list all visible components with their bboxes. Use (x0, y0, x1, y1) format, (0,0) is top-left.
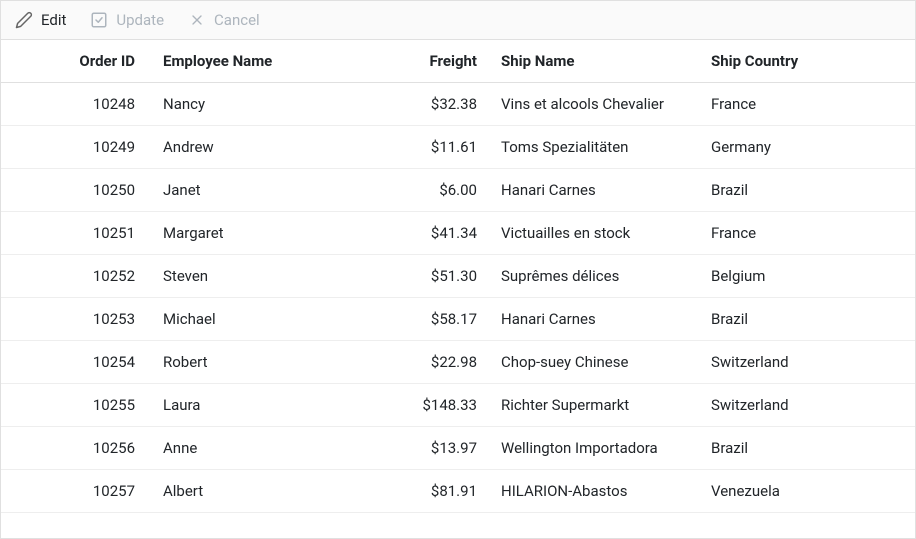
cell-ship-name: Suprêmes délices (489, 267, 699, 285)
cell-employee-name: Steven (151, 267, 389, 285)
cell-ship-name: Chop-suey Chinese (489, 353, 699, 371)
cell-ship-country: Belgium (699, 267, 879, 285)
cell-freight: $22.98 (389, 353, 489, 371)
update-label: Update (116, 11, 164, 29)
cell-freight: $11.61 (389, 138, 489, 156)
table-row[interactable]: 10249Andrew$11.61Toms SpezialitätenGerma… (1, 126, 915, 169)
cell-employee-name: Margaret (151, 224, 389, 242)
cell-ship-country: Venezuela (699, 482, 879, 500)
table-row[interactable]: 10250Janet$6.00Hanari CarnesBrazil (1, 169, 915, 212)
cell-order-id: 10256 (1, 439, 151, 457)
cancel-icon (188, 11, 206, 29)
update-icon (90, 11, 108, 29)
cell-order-id: 10249 (1, 138, 151, 156)
header-freight[interactable]: Freight (389, 52, 489, 70)
cell-ship-name: Victuailles en stock (489, 224, 699, 242)
cell-ship-country: Switzerland (699, 396, 879, 414)
cell-ship-name: Toms Spezialitäten (489, 138, 699, 156)
cell-ship-name: Vins et alcools Chevalier (489, 95, 699, 113)
cell-employee-name: Andrew (151, 138, 389, 156)
table-row[interactable]: 10254Robert$22.98Chop-suey ChineseSwitze… (1, 341, 915, 384)
cell-freight: $13.97 (389, 439, 489, 457)
cell-ship-country: Brazil (699, 310, 879, 328)
cell-ship-name: Hanari Carnes (489, 310, 699, 328)
update-button: Update (90, 11, 164, 29)
cell-order-id: 10255 (1, 396, 151, 414)
cell-order-id: 10248 (1, 95, 151, 113)
cell-freight: $58.17 (389, 310, 489, 328)
table-row[interactable]: 10251Margaret$41.34Victuailles en stockF… (1, 212, 915, 255)
table-row[interactable]: 10248Nancy$32.38Vins et alcools Chevalie… (1, 83, 915, 126)
grid-header: Order ID Employee Name Freight Ship Name… (1, 40, 915, 83)
cell-ship-name: Richter Supermarkt (489, 396, 699, 414)
cell-freight: $51.30 (389, 267, 489, 285)
cell-ship-name: Wellington Importadora (489, 439, 699, 457)
cell-employee-name: Robert (151, 353, 389, 371)
table-row[interactable]: 10255Laura$148.33Richter SupermarktSwitz… (1, 384, 915, 427)
cell-freight: $6.00 (389, 181, 489, 199)
cell-freight: $148.33 (389, 396, 489, 414)
header-ship-country[interactable]: Ship Country (699, 52, 879, 70)
cell-ship-country: France (699, 95, 879, 113)
header-employee-name[interactable]: Employee Name (151, 52, 389, 70)
table-row[interactable]: 10252Steven$51.30Suprêmes délicesBelgium (1, 255, 915, 298)
edit-icon (15, 11, 33, 29)
cell-order-id: 10253 (1, 310, 151, 328)
cell-freight: $41.34 (389, 224, 489, 242)
cell-ship-country: Switzerland (699, 353, 879, 371)
cell-freight: $81.91 (389, 482, 489, 500)
edit-button[interactable]: Edit (15, 11, 66, 29)
header-order-id[interactable]: Order ID (1, 52, 151, 70)
cell-order-id: 10257 (1, 482, 151, 500)
table-row[interactable]: 10256Anne$13.97Wellington ImportadoraBra… (1, 427, 915, 470)
cell-order-id: 10252 (1, 267, 151, 285)
cell-employee-name: Anne (151, 439, 389, 457)
header-ship-name[interactable]: Ship Name (489, 52, 699, 70)
cell-employee-name: Laura (151, 396, 389, 414)
cell-employee-name: Nancy (151, 95, 389, 113)
cancel-label: Cancel (214, 11, 260, 29)
cell-employee-name: Janet (151, 181, 389, 199)
grid-toolbar: Edit Update Cancel (1, 1, 915, 40)
cell-employee-name: Albert (151, 482, 389, 500)
cell-ship-name: HILARION-Abastos (489, 482, 699, 500)
table-row[interactable]: 10257Albert$81.91HILARION-AbastosVenezue… (1, 470, 915, 513)
cell-order-id: 10250 (1, 181, 151, 199)
cell-freight: $32.38 (389, 95, 489, 113)
cancel-button: Cancel (188, 11, 260, 29)
grid-body[interactable]: 10248Nancy$32.38Vins et alcools Chevalie… (1, 83, 915, 538)
edit-label: Edit (41, 11, 66, 29)
cell-order-id: 10251 (1, 224, 151, 242)
cell-ship-country: Brazil (699, 439, 879, 457)
data-grid: Edit Update Cancel Order ID Employee Nam… (0, 0, 916, 539)
cell-ship-name: Hanari Carnes (489, 181, 699, 199)
table-row[interactable]: 10253Michael$58.17Hanari CarnesBrazil (1, 298, 915, 341)
cell-ship-country: Germany (699, 138, 879, 156)
cell-employee-name: Michael (151, 310, 389, 328)
cell-order-id: 10254 (1, 353, 151, 371)
cell-ship-country: Brazil (699, 181, 879, 199)
cell-ship-country: France (699, 224, 879, 242)
